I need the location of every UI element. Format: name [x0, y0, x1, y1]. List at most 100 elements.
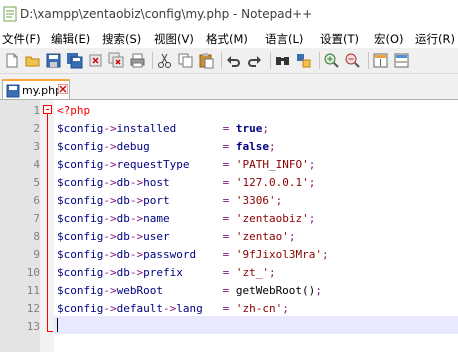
find-icon[interactable] [274, 52, 291, 69]
sync-horizontal-icon[interactable] [393, 52, 410, 69]
close-icon[interactable] [87, 52, 104, 69]
print-icon[interactable] [129, 52, 146, 69]
zoom-out-icon[interactable] [344, 52, 361, 69]
menu-view[interactable]: 视图(V) [154, 31, 194, 47]
config-value: '9fJixol3Mra' [235, 248, 322, 261]
spacing [170, 176, 223, 189]
config-key: host [143, 176, 170, 189]
config-object: $config-> [57, 122, 117, 135]
code-line: $config->db->name = 'zentaobiz'; [57, 210, 315, 228]
save-all-icon[interactable] [66, 52, 83, 69]
semicolon: ; [308, 212, 316, 225]
menu-search[interactable]: 搜索(S) [102, 31, 141, 47]
config-object: $config->db-> [57, 266, 144, 279]
spacing [170, 212, 223, 225]
menu-run[interactable]: 运行(R) [415, 31, 455, 47]
code-line: $config->debug = false; [57, 138, 276, 156]
code-line: $config->db->prefix = 'zt_'; [57, 264, 276, 282]
fold-toggle-icon[interactable] [43, 105, 52, 114]
config-value: false [235, 140, 269, 153]
save-icon[interactable] [45, 52, 62, 69]
config-key: port [143, 194, 170, 207]
assign-operator: = [222, 158, 236, 171]
toolbar-separator [270, 52, 271, 69]
config-object: $config->db-> [57, 194, 144, 207]
line-number: 2 [33, 122, 40, 135]
toolbar [0, 48, 458, 74]
semicolon: ; [275, 194, 283, 207]
code-line: $config->webRoot = getWebRoot(); [57, 282, 322, 300]
assign-operator: = [222, 302, 236, 315]
new-file-icon[interactable] [3, 52, 20, 69]
spacing [163, 284, 223, 297]
copy-icon[interactable] [177, 52, 194, 69]
close-all-icon[interactable] [108, 52, 125, 69]
config-key: lang [176, 302, 203, 315]
spacing [170, 194, 223, 207]
menu-language[interactable]: 语言(L) [265, 31, 303, 47]
config-value: 'zentao' [235, 230, 289, 243]
tab-bar: my.php [0, 74, 458, 100]
config-value: 'zt_' [235, 266, 269, 279]
toolbar-separator [152, 52, 153, 69]
zoom-in-icon[interactable] [323, 52, 340, 69]
current-line-highlight [54, 316, 458, 334]
line-number: 11 [26, 284, 40, 297]
code-editor[interactable]: <?php $config->installed = true; $config->… [0, 100, 458, 352]
code-line: $config->requestType = 'PATH_INFO'; [57, 156, 315, 174]
tab-close-icon[interactable] [58, 84, 68, 94]
spacing [150, 140, 223, 153]
config-key: webRoot [116, 284, 163, 297]
code-line: $config->db->port = '3306'; [57, 192, 282, 210]
text-caret [57, 318, 58, 332]
config-object: $config-> [57, 158, 117, 171]
config-key: password [143, 248, 197, 261]
code-line: $config->db->password = '9fJixol3Mra'; [57, 246, 329, 264]
open-file-icon[interactable] [24, 52, 41, 69]
code-line: $config->default->lang = 'zh-cn'; [57, 300, 289, 318]
window-title: D:\xampp\zentaobiz\config\my.php - Notep… [20, 7, 313, 21]
config-value: 'zentaobiz' [235, 212, 309, 225]
code-line: $config->db->user = 'zentao'; [57, 228, 295, 246]
tab-label: my.php [22, 84, 63, 97]
tab-my-php[interactable]: my.php [2, 79, 70, 100]
semicolon: ; [262, 122, 269, 135]
save-icon [6, 84, 20, 98]
menu-format[interactable]: 格式(M) [206, 31, 248, 47]
assign-operator: = [222, 248, 236, 261]
semicolon: ; [268, 140, 276, 153]
paste-icon[interactable] [198, 52, 215, 69]
spacing [170, 230, 223, 243]
line-number: 13 [26, 320, 40, 333]
config-key: prefix [143, 266, 183, 279]
assign-operator: = [222, 212, 236, 225]
menu-bar: 文件(F) 编辑(E) 搜索(S) 视图(V) 格式(M) 语言(L) 设置(T… [0, 29, 458, 48]
assign-operator: = [222, 266, 236, 279]
assign-operator: = [222, 194, 236, 207]
semicolon: ; [268, 266, 276, 279]
assign-operator: = [222, 140, 236, 153]
replace-icon[interactable] [295, 52, 312, 69]
menu-edit[interactable]: 编辑(E) [51, 31, 90, 47]
line-number: 6 [33, 194, 40, 207]
semicolon: ; [321, 248, 329, 261]
menu-settings[interactable]: 设置(T) [320, 31, 359, 47]
line-number: 7 [33, 212, 40, 225]
cut-icon[interactable] [156, 52, 173, 69]
redo-icon[interactable] [246, 52, 263, 69]
php-open-tag: <?php [57, 104, 91, 117]
undo-icon[interactable] [225, 52, 242, 69]
line-number: 4 [33, 158, 40, 171]
line-number: 10 [26, 266, 40, 279]
sync-vertical-icon[interactable] [372, 52, 389, 69]
semicolon: ; [308, 158, 316, 171]
spacing [203, 302, 223, 315]
config-value: '3306' [235, 194, 276, 207]
fold-end-marker [47, 331, 53, 332]
menu-macro[interactable]: 宏(O) [374, 31, 404, 47]
config-key: installed [116, 122, 177, 135]
spacing [176, 122, 222, 135]
menu-file[interactable]: 文件(F) [2, 31, 41, 47]
config-object: $config->db-> [57, 176, 144, 189]
line-number: 8 [33, 230, 40, 243]
